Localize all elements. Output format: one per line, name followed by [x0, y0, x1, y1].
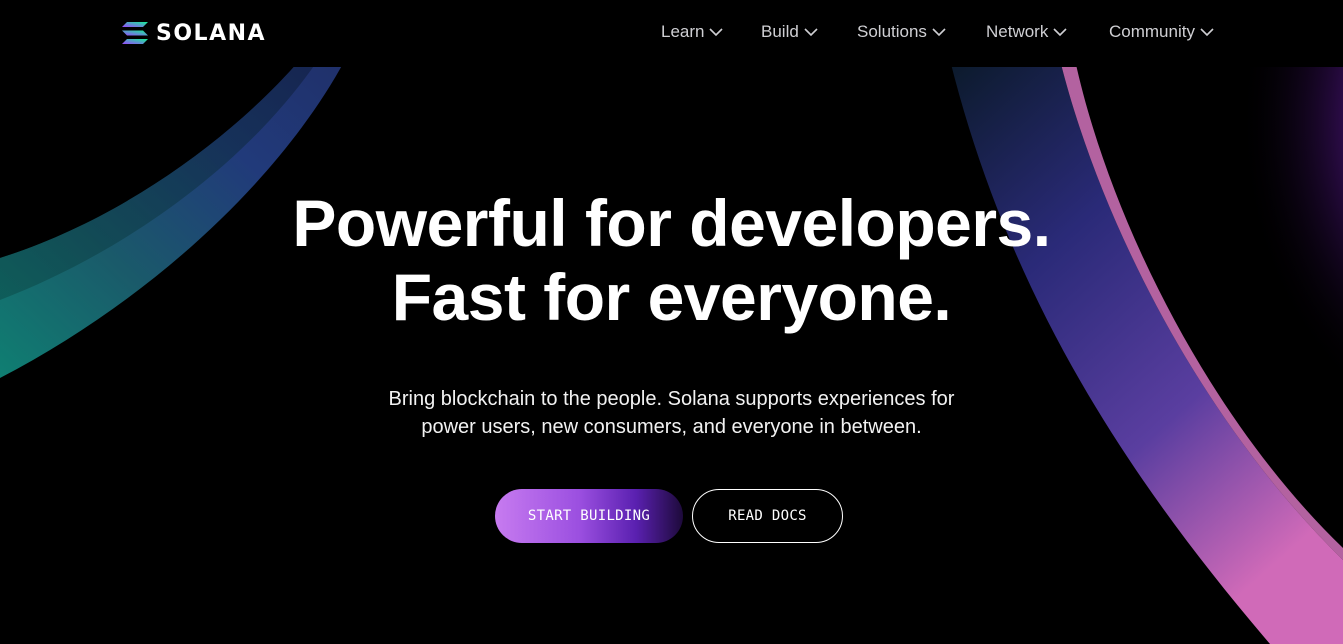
- solana-logo[interactable]: SOLANA: [122, 20, 267, 46]
- nav-item-build[interactable]: Build: [761, 20, 857, 44]
- nav-item-solutions[interactable]: Solutions: [857, 20, 986, 44]
- nav-item-network[interactable]: Network: [986, 20, 1109, 44]
- chevron-down-icon: [1053, 27, 1067, 36]
- top-nav: SOLANA Learn Build Solutions Network Com…: [0, 0, 1343, 67]
- nav-item-label: Build: [761, 22, 799, 41]
- nav-item-community[interactable]: Community: [1109, 20, 1224, 44]
- page: SOLANA Learn Build Solutions Network Com…: [0, 0, 1343, 644]
- hero-title-line-1: Powerful for developers.: [292, 186, 1051, 260]
- hero-subtitle-line-1: Bring blockchain to the people. Solana s…: [388, 388, 955, 410]
- hero-title-line-2: Fast for everyone.: [391, 260, 952, 334]
- nav-menu: Learn Build Solutions Network Community: [661, 20, 1224, 44]
- start-building-button[interactable]: START BUILDING: [495, 489, 683, 543]
- nav-item-label: Solutions: [857, 22, 927, 41]
- nav-item-learn[interactable]: Learn: [661, 20, 761, 44]
- read-docs-button[interactable]: READ DOCS: [692, 489, 843, 543]
- chevron-down-icon: [804, 27, 818, 36]
- nav-item-label: Community: [1109, 22, 1195, 41]
- nav-item-label: Learn: [661, 22, 705, 41]
- hero-subtitle-line-2: power users, new consumers, and everyone…: [421, 416, 922, 438]
- brand-name: SOLANA: [156, 20, 267, 46]
- chevron-down-icon: [709, 27, 724, 36]
- hero-title: Powerful for developers. Fast for everyo…: [0, 186, 1343, 334]
- chevron-down-icon: [932, 27, 946, 36]
- solana-logo-icon: [122, 22, 148, 44]
- chevron-down-icon: [1200, 27, 1214, 36]
- nav-item-label: Network: [986, 22, 1049, 41]
- hero-subtitle: Bring blockchain to the people. Solana s…: [0, 385, 1343, 441]
